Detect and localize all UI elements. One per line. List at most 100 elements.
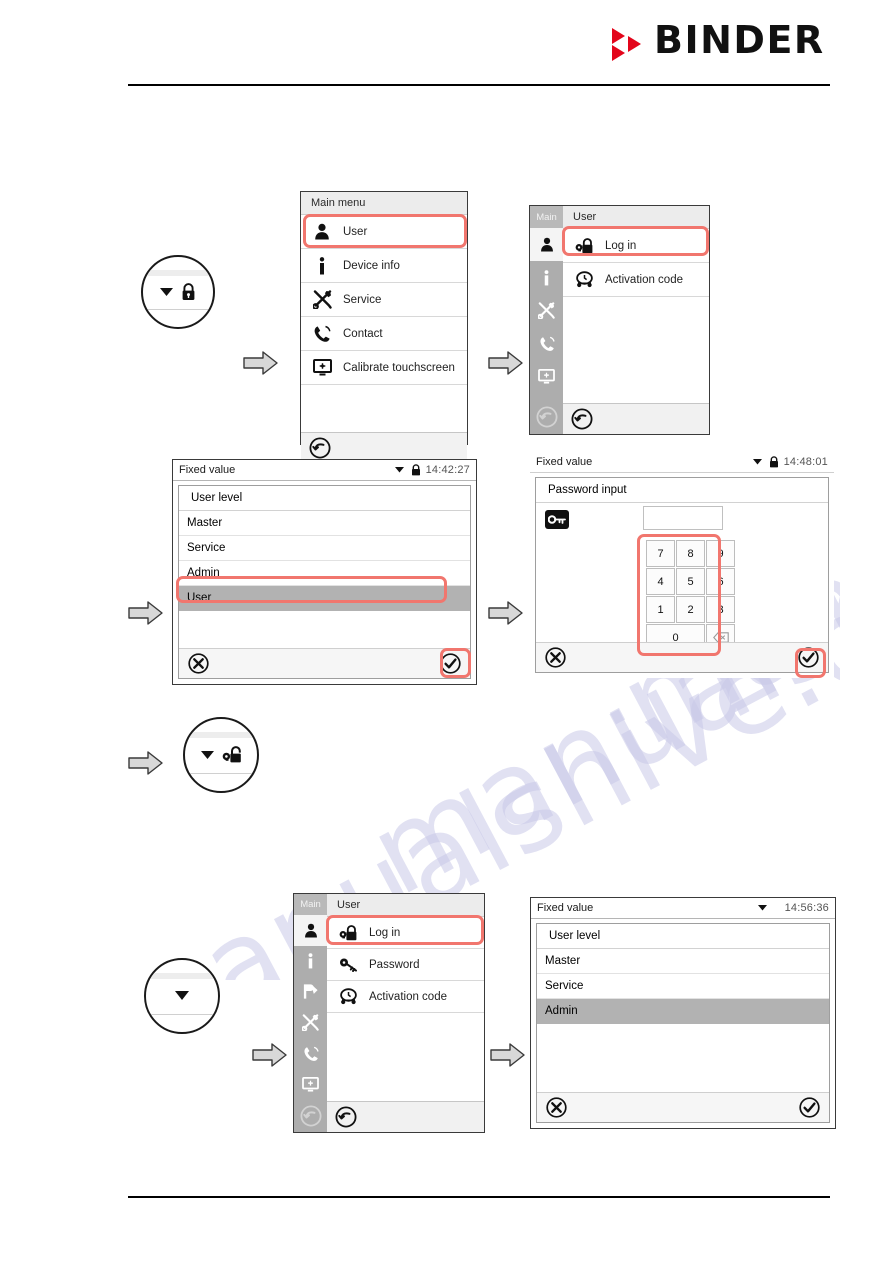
user-menu-panel-bottom[interactable]: Main User Log in Password Activation cod… bbox=[293, 893, 485, 1133]
menu-item-label: Calibrate touchscreen bbox=[343, 361, 455, 374]
flow-arrow-3 bbox=[128, 600, 164, 626]
sidebar-item-calibrate[interactable] bbox=[294, 1069, 327, 1100]
locked-icon bbox=[411, 464, 421, 476]
panel-titlebar: Fixed value 14:56:36 bbox=[531, 898, 835, 919]
back-arrow-icon[interactable] bbox=[309, 437, 331, 459]
list-item-selected[interactable]: Admin bbox=[537, 999, 829, 1024]
brand-name: BINDER bbox=[654, 18, 825, 62]
key-4[interactable]: 4 bbox=[646, 568, 675, 595]
sidebar-item-program[interactable] bbox=[294, 976, 327, 1007]
menu-item-activation-code[interactable]: Activation code bbox=[327, 981, 484, 1013]
status-locked-badge[interactable] bbox=[141, 255, 215, 329]
cancel-icon[interactable] bbox=[545, 647, 566, 668]
menu-item-user[interactable]: User bbox=[301, 215, 467, 249]
flow-arrow-6 bbox=[252, 1042, 288, 1068]
header-rule bbox=[128, 84, 830, 86]
sidebar-title: Main bbox=[294, 894, 327, 915]
menu-empty-space bbox=[563, 297, 709, 403]
cancel-icon[interactable] bbox=[546, 1097, 567, 1118]
menu-item-label: Service bbox=[343, 293, 382, 306]
sidebar-item-calibrate[interactable] bbox=[530, 360, 563, 393]
key-6[interactable]: 6 bbox=[706, 568, 735, 595]
chevron-down-icon bbox=[200, 750, 214, 760]
menu-item-label: Log in bbox=[369, 926, 401, 939]
user-menu-title: User bbox=[327, 894, 484, 917]
list-item[interactable]: Service bbox=[179, 536, 470, 561]
menu-empty-space bbox=[301, 385, 467, 432]
list-item[interactable]: Service bbox=[537, 974, 829, 999]
user-menu-title: User bbox=[563, 206, 709, 229]
chevron-down-icon[interactable] bbox=[752, 459, 762, 465]
main-menu-panel[interactable]: Main menu User Device info Service Conta… bbox=[300, 191, 468, 463]
list-item[interactable]: Master bbox=[537, 949, 829, 974]
sidebar-item-user[interactable] bbox=[530, 228, 563, 261]
key-icon bbox=[545, 510, 569, 529]
sidebar-item-device-info[interactable] bbox=[294, 946, 327, 977]
key-7[interactable]: 7 bbox=[646, 540, 675, 567]
sidebar[interactable]: Main bbox=[530, 206, 563, 434]
footer-rule bbox=[128, 1196, 830, 1198]
main-menu-title: Main menu bbox=[301, 192, 467, 215]
key-3[interactable]: 3 bbox=[706, 596, 735, 623]
confirm-icon[interactable] bbox=[798, 647, 819, 668]
password-input-panel[interactable]: Fixed value 14:48:01 Password input 7 8 … bbox=[530, 452, 834, 678]
user-level-select-panel[interactable]: Fixed value 14:42:27 User level Master S… bbox=[172, 459, 477, 685]
menu-item-activation-code[interactable]: Activation code bbox=[563, 263, 709, 297]
menu-item-contact[interactable]: Contact bbox=[301, 317, 467, 351]
sidebar-title: Main bbox=[530, 206, 563, 228]
menu-item-calibrate-touchscreen[interactable]: Calibrate touchscreen bbox=[301, 351, 467, 385]
locked-icon bbox=[181, 283, 196, 301]
list-item[interactable]: Master bbox=[179, 511, 470, 536]
back-arrow-icon[interactable] bbox=[571, 408, 593, 430]
status-unlocked-badge[interactable] bbox=[183, 717, 259, 793]
info-icon bbox=[311, 255, 333, 277]
sidebar[interactable]: Main bbox=[294, 894, 327, 1132]
flow-arrow-5 bbox=[128, 750, 164, 776]
menu-item-password[interactable]: Password bbox=[327, 949, 484, 981]
status-plain-badge[interactable] bbox=[144, 958, 220, 1034]
monitor-icon bbox=[311, 357, 333, 379]
sidebar-item-service[interactable] bbox=[530, 294, 563, 327]
sidebar-item-device-info[interactable] bbox=[530, 261, 563, 294]
menu-item-label: Contact bbox=[343, 327, 383, 340]
key-8[interactable]: 8 bbox=[676, 540, 705, 567]
menu-item-label: Log in bbox=[605, 239, 637, 252]
menu-item-log-in[interactable]: Log in bbox=[563, 229, 709, 263]
activation-code-icon bbox=[337, 986, 359, 1008]
key-2[interactable]: 2 bbox=[676, 596, 705, 623]
chevron-down-icon[interactable] bbox=[394, 467, 404, 473]
sidebar-back-icon[interactable] bbox=[294, 1100, 327, 1132]
sidebar-back-icon[interactable] bbox=[530, 400, 563, 434]
sidebar-item-service[interactable] bbox=[294, 1007, 327, 1038]
password-field[interactable] bbox=[643, 506, 723, 530]
sidebar-item-contact[interactable] bbox=[530, 327, 563, 360]
chevron-down-icon bbox=[160, 287, 173, 297]
menu-item-log-in[interactable]: Log in bbox=[327, 917, 484, 949]
menu-item-label: Device info bbox=[343, 259, 400, 272]
user-menu-footer bbox=[563, 403, 709, 434]
menu-item-service[interactable]: Service bbox=[301, 283, 467, 317]
numeric-keypad[interactable]: 7 8 9 4 5 6 1 2 3 0 bbox=[646, 540, 735, 651]
chevron-down-icon[interactable] bbox=[757, 905, 767, 911]
list-item-selected[interactable]: User bbox=[179, 586, 470, 611]
chevron-down-icon bbox=[175, 991, 189, 1001]
menu-item-device-info[interactable]: Device info bbox=[301, 249, 467, 283]
unlocked-key-icon bbox=[222, 746, 242, 764]
cancel-icon[interactable] bbox=[188, 653, 209, 674]
logo-triangle-icon bbox=[628, 36, 641, 52]
sidebar-item-user[interactable] bbox=[294, 914, 327, 946]
confirm-icon[interactable] bbox=[440, 653, 461, 674]
list-item[interactable]: Admin bbox=[179, 561, 470, 586]
menu-item-label: Password bbox=[369, 958, 420, 971]
user-level-admin-panel[interactable]: Fixed value 14:56:36 User level Master S… bbox=[530, 897, 836, 1129]
back-arrow-icon[interactable] bbox=[335, 1106, 357, 1128]
key-5[interactable]: 5 bbox=[676, 568, 705, 595]
tools-icon bbox=[311, 289, 333, 311]
key-9[interactable]: 9 bbox=[706, 540, 735, 567]
sidebar-item-contact[interactable] bbox=[294, 1038, 327, 1069]
user-menu-panel-top[interactable]: Main User Log in Activation code bbox=[529, 205, 710, 435]
list-header: User level bbox=[537, 924, 829, 949]
key-1[interactable]: 1 bbox=[646, 596, 675, 623]
confirm-icon[interactable] bbox=[799, 1097, 820, 1118]
activation-code-icon bbox=[573, 269, 595, 291]
